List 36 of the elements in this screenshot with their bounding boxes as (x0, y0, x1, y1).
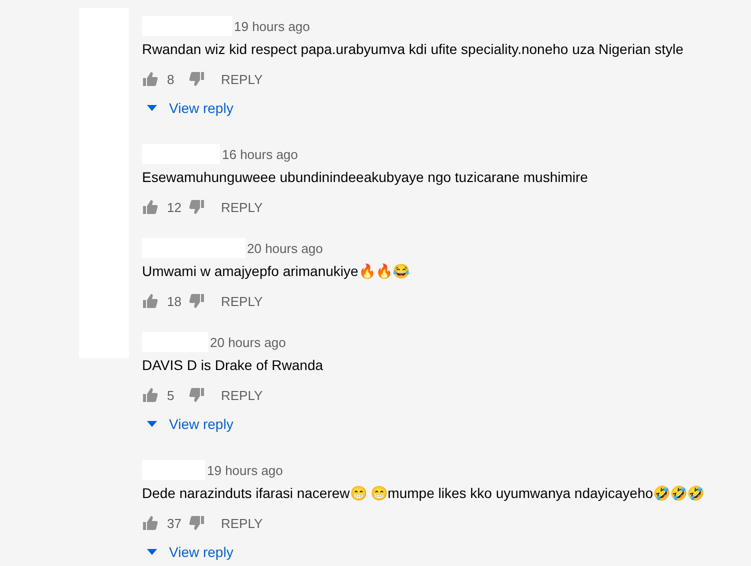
like-count: 12 (167, 200, 182, 214)
like-count: 37 (167, 516, 182, 530)
comment-timestamp: 20 hours ago (247, 240, 323, 256)
thumbs-up-icon[interactable] (142, 71, 158, 87)
reply-button[interactable]: REPLY (221, 388, 263, 402)
caret-icon (147, 549, 157, 555)
comment-timestamp: 19 hours ago (207, 462, 283, 478)
comment-text: Rwandan wiz kid respect papa.urabyumva kdi ufite speciality.noneho uza Nigerian style (142, 40, 684, 59)
reply-button[interactable]: REPLY (221, 516, 263, 530)
caret-icon (147, 105, 157, 111)
comment-text: Esewamuhunguweee ubundinindeeakubyaye ngo tuzicarane mushimire (142, 168, 589, 187)
reply-button[interactable]: REPLY (221, 294, 263, 308)
thumbs-down-icon[interactable] (189, 387, 205, 403)
comment-timestamp: 20 hours ago (210, 334, 286, 350)
thumbs-up-icon[interactable] (142, 515, 158, 531)
reply-button[interactable]: REPLY (221, 200, 263, 214)
thumbs-down-icon[interactable] (189, 199, 205, 215)
comment-text: Umwami w amajyepfo arimanukiye🔥🔥😂 (142, 262, 410, 281)
comment-timestamp: 16 hours ago (222, 146, 298, 162)
reply-button[interactable]: REPLY (221, 72, 263, 86)
view-reply-button[interactable]: View reply (142, 97, 234, 119)
view-reply-button[interactable]: View reply (142, 541, 234, 563)
view-reply-button[interactable]: View reply (142, 413, 234, 435)
thumbs-up-icon[interactable] (142, 387, 158, 403)
thumbs-up-icon[interactable] (142, 199, 158, 215)
thumbs-down-icon[interactable] (189, 515, 205, 531)
thumbs-up-icon[interactable] (142, 293, 158, 309)
comment-text: DAVIS D is Drake of Rwanda (142, 356, 324, 375)
like-count: 5 (167, 388, 176, 402)
comment-text: Dede narazinduts ifarasi nacerew😁 😁mumpe likes kko uyumwanya ndayicayeho🤣🤣🤣 (142, 484, 706, 503)
thumbs-down-icon[interactable] (189, 71, 205, 87)
thumbs-down-icon[interactable] (189, 293, 205, 309)
comment-timestamp: 19 hours ago (234, 18, 310, 34)
like-count: 18 (167, 294, 182, 308)
like-count: 8 (167, 72, 176, 86)
caret-icon (147, 421, 157, 427)
